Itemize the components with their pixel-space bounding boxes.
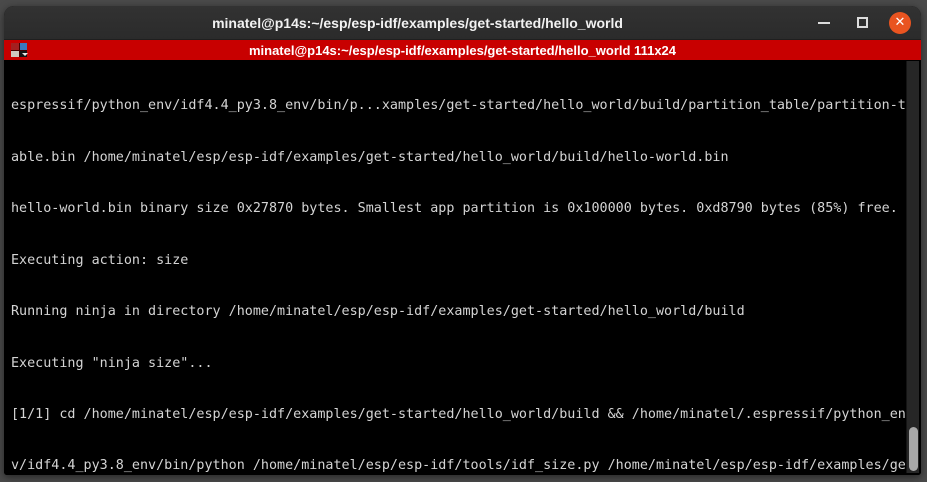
terminal-info-bar: minatel@p14s:~/esp/esp-idf/examples/get-… (4, 40, 921, 60)
info-bar-text: minatel@p14s:~/esp/esp-idf/examples/get-… (249, 43, 676, 58)
terminal-line: v/idf4.4_py3.8_env/bin/python /home/mina… (11, 457, 901, 474)
terminal-scrollbar[interactable] (906, 61, 919, 473)
window-controls: ✕ (813, 6, 911, 39)
titlebar[interactable]: minatel@p14s:~/esp/esp-idf/examples/get-… (4, 6, 921, 40)
terminal-line: espressif/python_env/idf4.4_py3.8_env/bi… (11, 97, 901, 114)
minimize-button[interactable] (813, 12, 835, 34)
terminal-window: minatel@p14s:~/esp/esp-idf/examples/get-… (4, 6, 921, 475)
terminal-line: Executing "ninja size"... (11, 355, 901, 372)
window-title: minatel@p14s:~/esp/esp-idf/examples/get-… (4, 6, 831, 39)
window-grid-icon (11, 43, 27, 57)
terminal-output[interactable]: espressif/python_env/idf4.4_py3.8_env/bi… (4, 61, 921, 475)
maximize-icon (857, 17, 868, 28)
terminal-line: Running ninja in directory /home/minatel… (11, 303, 901, 320)
terminal-line: Executing action: size (11, 252, 901, 269)
minimize-icon (818, 22, 830, 24)
terminal-line: [1/1] cd /home/minatel/esp/esp-idf/examp… (11, 406, 901, 423)
close-button[interactable]: ✕ (889, 12, 911, 34)
close-icon: ✕ (895, 16, 906, 29)
terminal-line: hello-world.bin binary size 0x27870 byte… (11, 200, 901, 217)
scrollbar-thumb[interactable] (909, 427, 918, 471)
maximize-button[interactable] (851, 12, 873, 34)
terminal-line: able.bin /home/minatel/esp/esp-idf/examp… (11, 149, 901, 166)
